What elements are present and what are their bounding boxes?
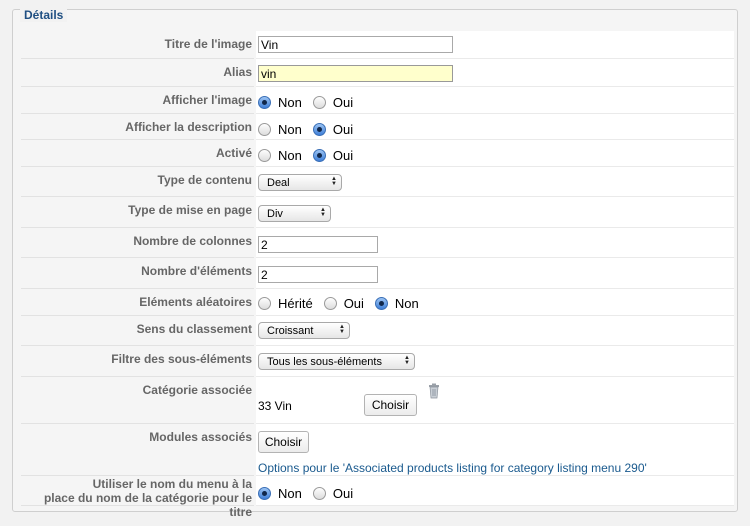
row-category: Catégorie associée 33 Vin Choisir bbox=[21, 377, 734, 424]
random-non-label[interactable]: Non bbox=[395, 296, 419, 311]
title-label: Titre de l'image bbox=[21, 31, 254, 59]
row-layout-type: Type de mise en page Div ▲ ▼ bbox=[21, 197, 734, 228]
row-modules: Modules associés Choisir Options pour le… bbox=[21, 424, 734, 476]
subitems-label: Filtre des sous-éléments bbox=[21, 346, 254, 377]
row-show-description: Afficher la description Non Oui bbox=[21, 114, 734, 140]
show-description-non-label[interactable]: Non bbox=[278, 122, 302, 137]
use-menu-name-non-radio[interactable] bbox=[258, 487, 271, 500]
show-image-oui-radio[interactable] bbox=[312, 96, 326, 109]
category-value: 33 Vin bbox=[258, 399, 292, 413]
columns-label: Nombre de colonnes bbox=[21, 228, 254, 258]
row-random: Eléments aléatoires Hérité Oui Non bbox=[21, 289, 734, 316]
active-oui-radio[interactable] bbox=[312, 149, 326, 162]
show-image-radios: Non Oui bbox=[258, 95, 364, 110]
select-arrows-icon: ▲ ▼ bbox=[331, 176, 337, 187]
row-active: Activé Non Oui bbox=[21, 140, 734, 167]
show-description-oui-radio[interactable] bbox=[312, 123, 326, 136]
use-menu-name-oui-radio[interactable] bbox=[312, 487, 326, 500]
show-description-label: Afficher la description bbox=[21, 114, 254, 140]
category-choose-button[interactable]: Choisir bbox=[364, 394, 417, 416]
show-image-non-label[interactable]: Non bbox=[278, 95, 302, 110]
select-arrows-icon: ▲ ▼ bbox=[404, 355, 410, 366]
modules-options-link[interactable]: Options pour le 'Associated products lis… bbox=[258, 461, 647, 475]
show-image-label: Afficher l'image bbox=[21, 87, 254, 114]
active-non-radio[interactable] bbox=[258, 149, 271, 162]
row-show-image: Afficher l'image Non Oui bbox=[21, 87, 734, 114]
layout-type-label: Type de mise en page bbox=[21, 197, 254, 228]
select-arrows-icon: ▲ ▼ bbox=[339, 324, 345, 335]
alias-input[interactable] bbox=[258, 65, 453, 82]
layout-type-select[interactable]: Div ▲ ▼ bbox=[258, 205, 331, 222]
modules-label: Modules associés bbox=[21, 424, 254, 476]
row-use-menu-name: Utiliser le nom du menu à la place du no… bbox=[21, 476, 734, 519]
show-description-non-radio[interactable] bbox=[258, 123, 271, 136]
random-label: Eléments aléatoires bbox=[21, 289, 254, 316]
items-input[interactable] bbox=[258, 266, 378, 283]
modules-choose-button[interactable]: Choisir bbox=[258, 431, 309, 453]
row-title: Titre de l'image bbox=[21, 31, 734, 59]
random-herite-radio[interactable] bbox=[258, 297, 271, 310]
random-oui-label[interactable]: Oui bbox=[344, 296, 364, 311]
subitems-select[interactable]: Tous les sous-éléments ▲ ▼ bbox=[258, 353, 415, 370]
content-type-select[interactable]: Deal ▲ ▼ bbox=[258, 174, 342, 191]
trash-icon[interactable] bbox=[428, 383, 440, 399]
details-legend: Détails bbox=[20, 8, 68, 22]
use-menu-name-non-label[interactable]: Non bbox=[278, 486, 302, 501]
columns-input[interactable] bbox=[258, 236, 378, 253]
show-image-oui-label[interactable]: Oui bbox=[333, 95, 353, 110]
show-image-non-radio[interactable] bbox=[258, 96, 271, 109]
category-label: Catégorie associée bbox=[21, 377, 254, 424]
active-oui-label[interactable]: Oui bbox=[333, 148, 353, 163]
active-non-label[interactable]: Non bbox=[278, 148, 302, 163]
alias-label: Alias bbox=[21, 59, 254, 87]
random-non-radio[interactable] bbox=[374, 297, 388, 310]
use-menu-name-label: Utiliser le nom du menu à la place du no… bbox=[21, 476, 254, 519]
random-herite-label[interactable]: Hérité bbox=[278, 296, 313, 311]
show-description-oui-label[interactable]: Oui bbox=[333, 122, 353, 137]
use-menu-name-oui-label[interactable]: Oui bbox=[333, 486, 353, 501]
items-label: Nombre d'éléments bbox=[21, 258, 254, 289]
active-label: Activé bbox=[21, 140, 254, 167]
title-input[interactable] bbox=[258, 36, 453, 53]
row-subitems: Filtre des sous-éléments Tous les sous-é… bbox=[21, 346, 734, 377]
row-content-type: Type de contenu Deal ▲ ▼ bbox=[21, 167, 734, 197]
row-columns: Nombre de colonnes bbox=[21, 228, 734, 258]
content-type-label: Type de contenu bbox=[21, 167, 254, 197]
row-sort: Sens du classement Croissant ▲ ▼ bbox=[21, 316, 734, 346]
select-arrows-icon: ▲ ▼ bbox=[320, 207, 326, 218]
row-alias: Alias bbox=[21, 59, 734, 87]
random-oui-radio[interactable] bbox=[323, 297, 337, 310]
row-items: Nombre d'éléments bbox=[21, 258, 734, 289]
sort-select[interactable]: Croissant ▲ ▼ bbox=[258, 322, 350, 339]
sort-label: Sens du classement bbox=[21, 316, 254, 346]
